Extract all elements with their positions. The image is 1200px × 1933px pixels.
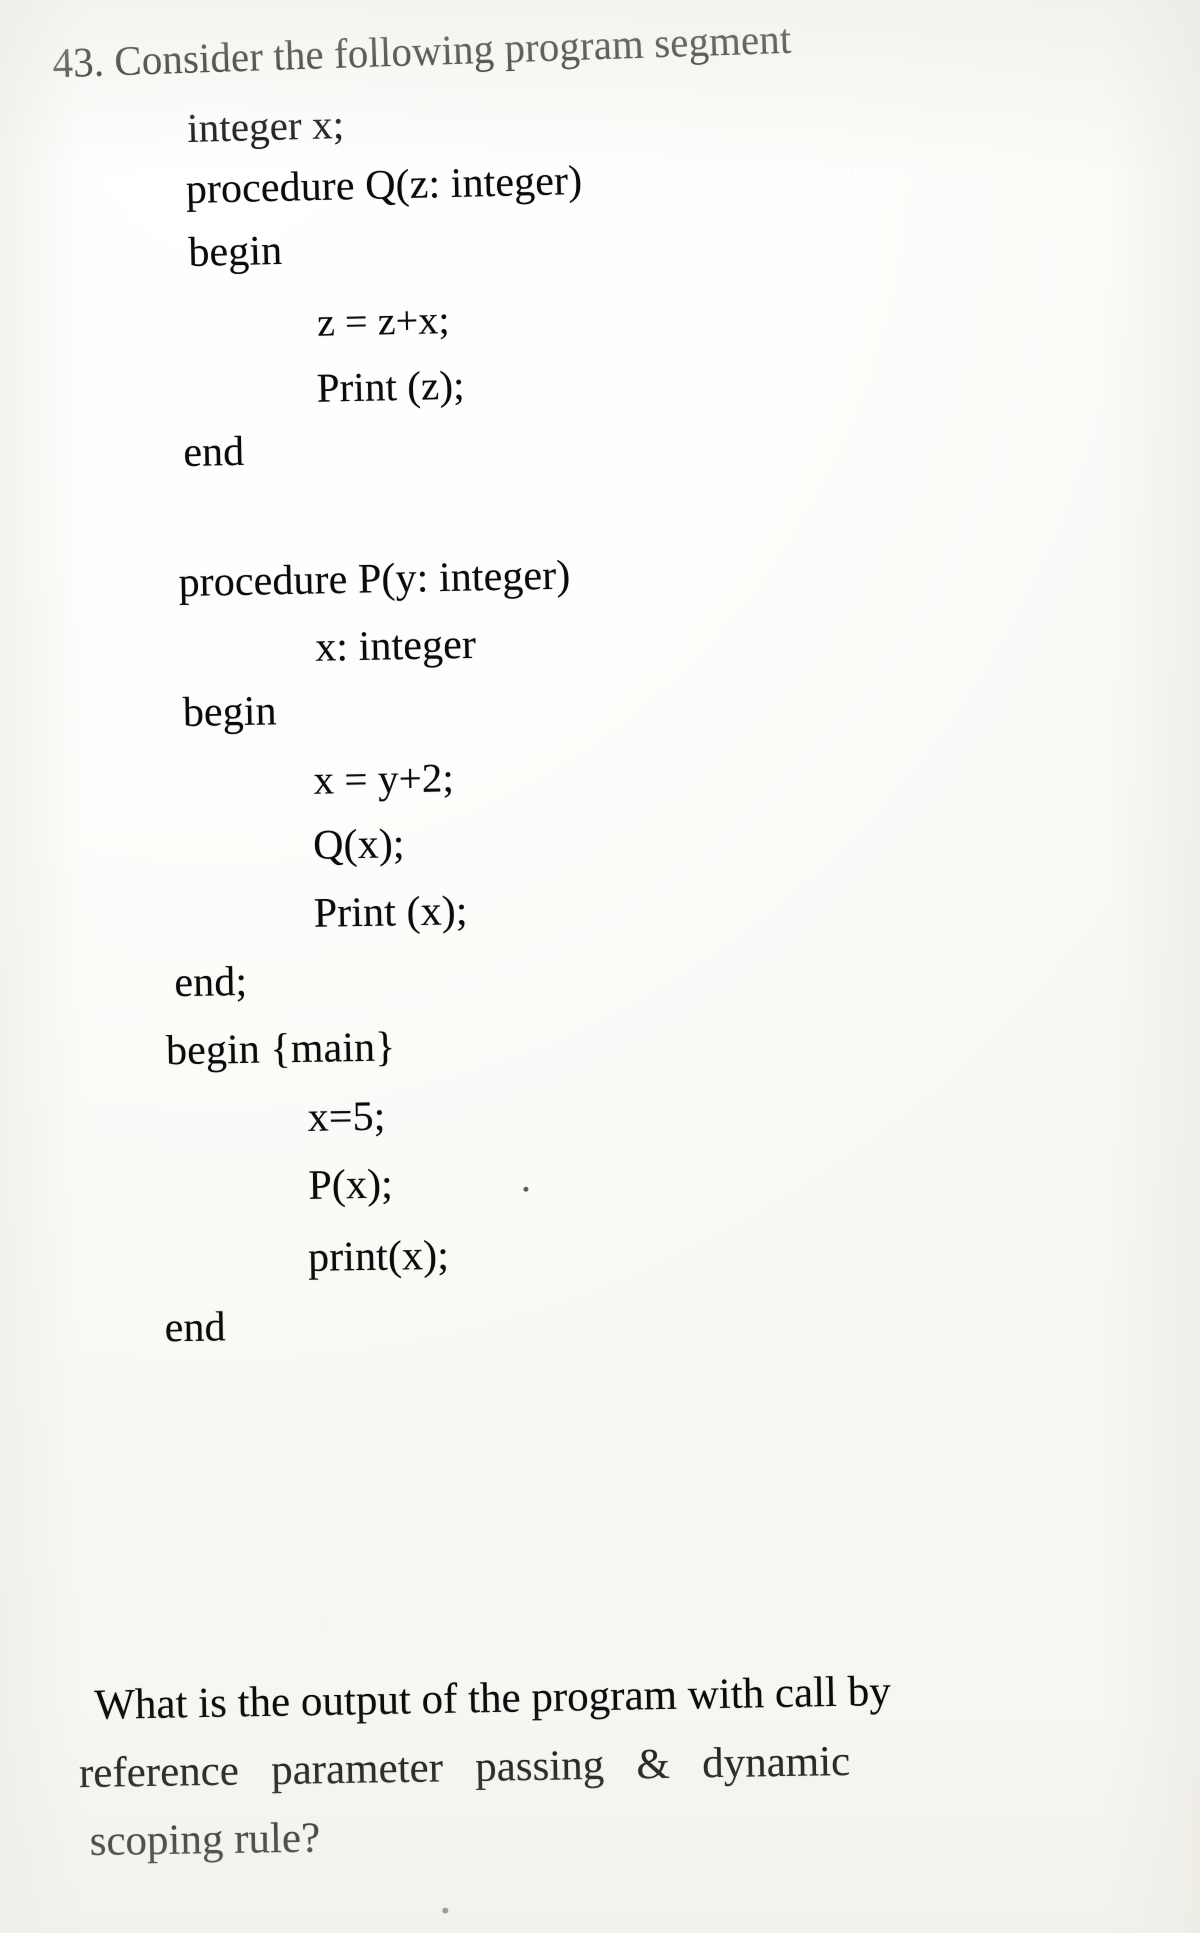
scan-speck-artifact bbox=[523, 1186, 529, 1192]
code-line-x-assign-y2: x = y+2; bbox=[313, 754, 455, 803]
code-line-print-z: Print (z); bbox=[316, 361, 466, 411]
code-line-print-x-main: print(x); bbox=[307, 1232, 450, 1281]
scanned-page: 43. Consider the following program segme… bbox=[0, 0, 1200, 1933]
code-line-x-assign-5: x=5; bbox=[307, 1093, 386, 1141]
code-line-x-integer: x: integer bbox=[314, 621, 477, 671]
question-text-line-3: scoping rule? bbox=[89, 1814, 321, 1865]
code-line-procedure-p: procedure P(y: integer) bbox=[178, 552, 571, 607]
code-line-procedure-q: procedure Q(z: integer) bbox=[185, 157, 583, 213]
code-line-end-q: end bbox=[182, 428, 245, 477]
code-line-call-q: Q(x); bbox=[312, 821, 405, 869]
code-line-call-p: P(x); bbox=[308, 1161, 394, 1209]
question-text-line-2: reference parameter passing & dynamic bbox=[78, 1737, 851, 1798]
code-line-integer-x: integer x; bbox=[186, 101, 345, 151]
code-line-begin-p: begin bbox=[182, 688, 278, 737]
code-line-z-assign: z = z+x; bbox=[316, 297, 451, 345]
code-line-begin-main: begin {main} bbox=[165, 1024, 396, 1075]
code-line-begin-q: begin bbox=[187, 227, 283, 276]
scan-speck-artifact bbox=[442, 1907, 449, 1914]
code-line-end-p: end; bbox=[174, 958, 248, 1007]
question-text-line-1: What is the output of the program with c… bbox=[93, 1668, 892, 1729]
page-content: 43. Consider the following program segme… bbox=[0, 0, 1200, 1914]
question-heading: 43. Consider the following program segme… bbox=[51, 16, 793, 88]
code-line-end-main: end bbox=[164, 1304, 227, 1352]
code-line-print-x-p: Print (x); bbox=[313, 888, 468, 937]
